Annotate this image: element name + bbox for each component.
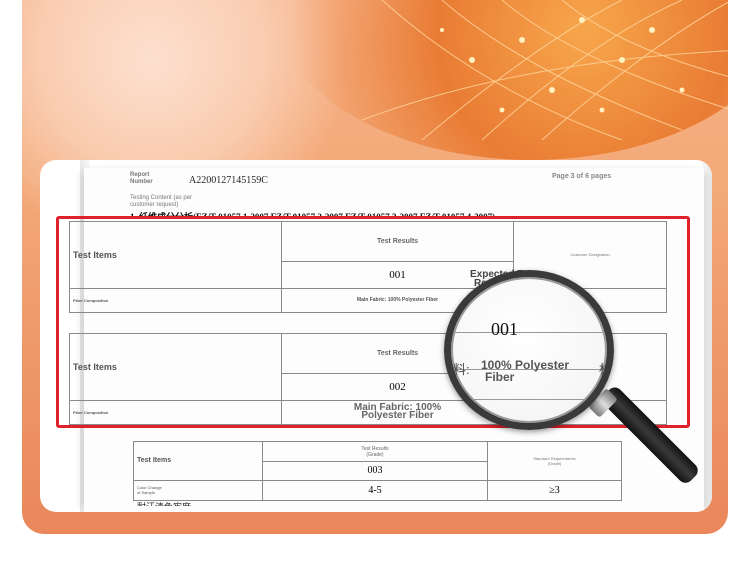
table-header-test-items: Test Items	[133, 441, 263, 481]
table-header-standard: Standard Requirements (Grade)	[487, 441, 622, 481]
grade-result-cell: 4-5	[262, 479, 488, 502]
next-row-label: 耐汗渍色牢度	[137, 500, 191, 506]
table-header-test-results: Test Results (Grade)	[262, 440, 488, 463]
magnifier-lens: 001 料: 100% Polyester Fiber 标	[444, 270, 614, 430]
zoomed-left-char: 料:	[453, 362, 470, 377]
report-number: A2200127145159C	[189, 175, 268, 186]
color-fastness-table: Test Items Test Results (Grade) Standard…	[133, 440, 622, 502]
report-number-label: Report Number	[130, 172, 153, 185]
testing-content-label: Testing Content (as per customer request…	[130, 195, 193, 208]
row-label-color-change: Color Change of Sample	[133, 479, 263, 502]
page-indicator: Page 3 of 6 pages	[552, 173, 612, 180]
grade-requirement-cell: ≥3	[487, 479, 622, 502]
zoomed-fiber-result: 100% Polyester Fiber	[481, 358, 570, 384]
zoomed-sample-id: 001	[491, 319, 518, 339]
decorative-lights	[361, 0, 728, 140]
sample-id-cell: 003	[262, 461, 488, 481]
